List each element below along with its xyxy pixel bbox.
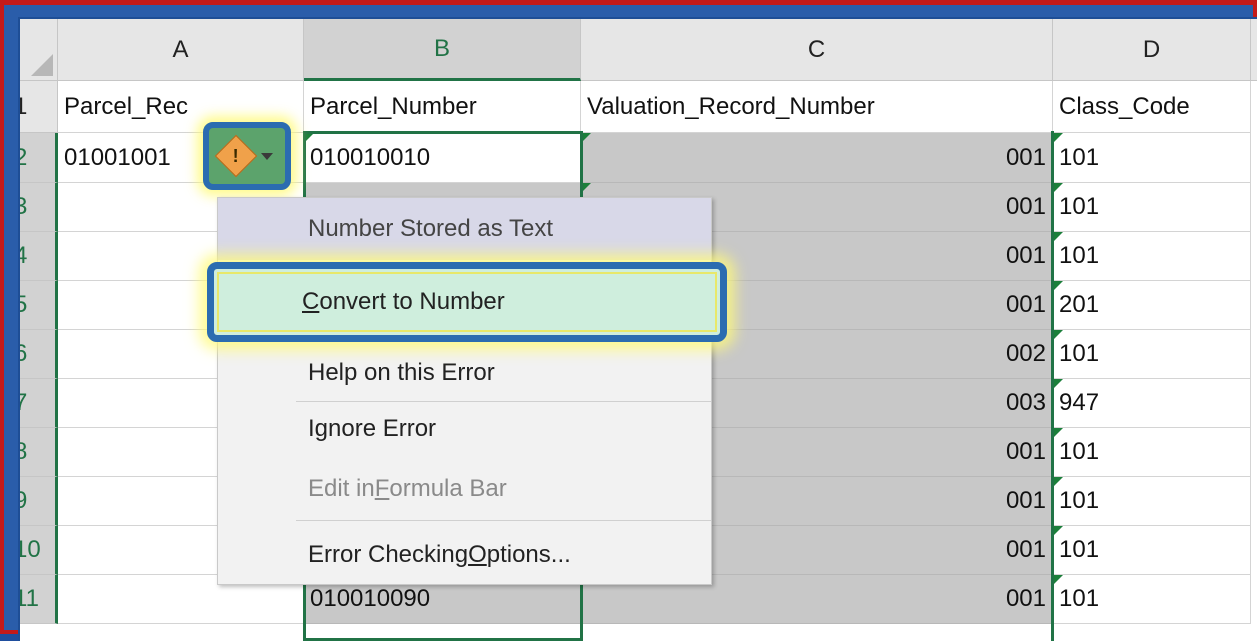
row-header-6[interactable]: 6 (20, 330, 58, 379)
menu-header-number-stored-as-text: Number Stored as Text (218, 198, 711, 260)
cell-d1[interactable]: Class_Code (1053, 81, 1251, 133)
menu-item-ignore-error[interactable]: Ignore Error (218, 404, 711, 454)
menu-item-help-on-error[interactable]: Help on this Error (218, 348, 711, 398)
cell-d6[interactable]: 101 (1053, 330, 1251, 379)
menu-item-convert-to-number[interactable]: Convert to Number (207, 262, 727, 342)
error-context-menu: Number Stored as Text Help on this Error… (217, 197, 712, 585)
row-header-3[interactable]: 3 (20, 183, 58, 232)
column-header-d[interactable]: D (1053, 19, 1251, 81)
row-header-10[interactable]: 10 (20, 526, 58, 575)
cell-b2[interactable]: 010010010 (304, 133, 581, 183)
cell-b1[interactable]: Parcel_Number (304, 81, 581, 133)
cell-c1[interactable]: Valuation_Record_Number (581, 81, 1053, 133)
menu-item-error-checking-options[interactable]: Error Checking Options... (218, 530, 711, 580)
row-header-7[interactable]: 7 (20, 379, 58, 428)
menu-item-edit-in-formula-bar: Edit in Formula Bar (308, 475, 507, 502)
menu-separator (296, 520, 711, 521)
select-all-corner[interactable] (20, 19, 58, 81)
row-header-11[interactable]: 11 (20, 575, 58, 624)
row-header-9[interactable]: 9 (20, 477, 58, 526)
chevron-down-icon (261, 152, 273, 160)
cell-d5[interactable]: 201 (1053, 281, 1251, 330)
row-header-4[interactable]: 4 (20, 232, 58, 281)
column-header-e[interactable] (1251, 19, 1257, 81)
cell-d7[interactable]: 947 (1053, 379, 1251, 428)
row-header-2[interactable]: 2 (20, 133, 58, 183)
column-header-a[interactable]: A (58, 19, 304, 81)
cell-c2[interactable]: 001 (581, 133, 1053, 183)
warning-diamond-icon: ! (214, 134, 258, 178)
cell-d4[interactable]: 101 (1053, 232, 1251, 281)
cell-d9[interactable]: 101 (1053, 477, 1251, 526)
cell-d11[interactable]: 101 (1053, 575, 1251, 624)
column-header-c[interactable]: C (581, 19, 1053, 81)
cell-d8[interactable]: 101 (1053, 428, 1251, 477)
cell-d3[interactable]: 101 (1053, 183, 1251, 232)
cell-d2[interactable]: 101 (1053, 133, 1251, 183)
column-header-b[interactable]: B (304, 19, 581, 81)
cell-d10[interactable]: 101 (1053, 526, 1251, 575)
screenshot-frame: A B C D 1 2 3 4 5 6 7 8 9 10 11 Parcel_R… (0, 0, 1257, 641)
row-header-8[interactable]: 8 (20, 428, 58, 477)
menu-separator (296, 401, 711, 402)
error-smart-tag[interactable]: ! (203, 122, 291, 190)
row-header-1[interactable]: 1 (20, 81, 58, 133)
row-header-5[interactable]: 5 (20, 281, 58, 330)
